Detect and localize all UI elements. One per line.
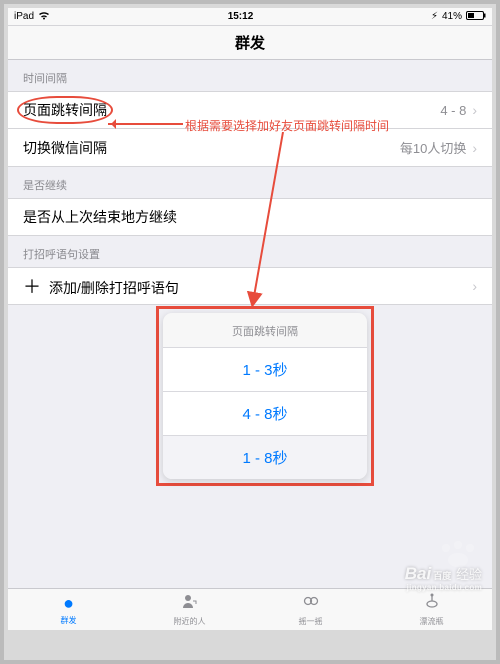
- carrier-label: iPad: [14, 11, 34, 22]
- bottle-icon: [423, 592, 441, 615]
- row-page-interval-label: 页面跳转间隔: [23, 100, 107, 120]
- status-right: ⚡︎ 41%: [431, 11, 486, 23]
- clock-label: 15:12: [228, 11, 254, 22]
- row-resume-label: 是否从上次结束地方继续: [23, 207, 177, 227]
- tab-label: 附近的人: [174, 616, 206, 627]
- device-frame: iPad 15:12 ⚡︎ 41% 群发 时间间隔 页面跳转间隔: [0, 0, 500, 664]
- row-page-interval-value: 4 - 8›: [440, 102, 477, 118]
- shake-icon: [302, 592, 320, 615]
- section-header-greeting: 打招呼语句设置: [8, 236, 492, 267]
- status-left: iPad: [14, 11, 50, 23]
- popup-option-2[interactable]: 4 - 8秒: [163, 391, 367, 435]
- row-greeting-label: ＋添加/删除打招呼语句: [23, 273, 179, 299]
- wifi-icon: [38, 11, 50, 23]
- page-title: 群发: [235, 32, 265, 53]
- tab-bottle[interactable]: 漂流瓶: [371, 592, 492, 627]
- tab-label: 摇一摇: [299, 616, 323, 627]
- chevron-right-icon: ›: [472, 278, 477, 294]
- content: 时间间隔 页面跳转间隔 4 - 8› 切换微信间隔 每10人切换› 是否继续 是…: [8, 60, 492, 588]
- chevron-right-icon: ›: [472, 102, 477, 118]
- tab-label: 漂流瓶: [420, 616, 444, 627]
- status-bar: iPad 15:12 ⚡︎ 41%: [8, 8, 492, 26]
- row-resume[interactable]: 是否从上次结束地方继续: [8, 198, 492, 236]
- popup-option-3[interactable]: 1 - 8秒: [163, 435, 367, 479]
- tab-broadcast[interactable]: ● 群发: [8, 593, 129, 626]
- tab-nearby[interactable]: 附近的人: [129, 592, 250, 627]
- battery-label: 41%: [442, 11, 462, 22]
- row-switch-interval-label: 切换微信间隔: [23, 138, 107, 158]
- interval-popup: 页面跳转间隔 1 - 3秒 4 - 8秒 1 - 8秒: [163, 313, 367, 479]
- tab-bar: ● 群发 附近的人 摇一摇 漂流瓶: [8, 588, 492, 630]
- popup-option-1[interactable]: 1 - 3秒: [163, 347, 367, 391]
- battery-icon: [466, 11, 486, 23]
- screen: iPad 15:12 ⚡︎ 41% 群发 时间间隔 页面跳转间隔: [8, 8, 492, 630]
- tab-shake[interactable]: 摇一摇: [250, 592, 371, 627]
- charging-icon: ⚡︎: [431, 11, 438, 22]
- row-switch-interval-value: 每10人切换›: [400, 138, 477, 157]
- person-icon: [181, 592, 199, 615]
- row-switch-interval[interactable]: 切换微信间隔 每10人切换›: [8, 129, 492, 167]
- section-header-interval: 时间间隔: [8, 60, 492, 91]
- row-page-interval[interactable]: 页面跳转间隔 4 - 8›: [8, 91, 492, 129]
- chat-bubble-icon: ●: [63, 593, 74, 614]
- row-greeting[interactable]: ＋添加/删除打招呼语句 ›: [8, 267, 492, 305]
- chevron-right-icon: ›: [472, 140, 477, 156]
- section-header-resume: 是否继续: [8, 167, 492, 198]
- nav-bar: 群发: [8, 26, 492, 60]
- tab-label: 群发: [61, 615, 77, 626]
- popup-title: 页面跳转间隔: [163, 313, 367, 347]
- plus-icon: ＋: [23, 273, 37, 299]
- popup-highlight-box: 页面跳转间隔 1 - 3秒 4 - 8秒 1 - 8秒: [156, 306, 374, 486]
